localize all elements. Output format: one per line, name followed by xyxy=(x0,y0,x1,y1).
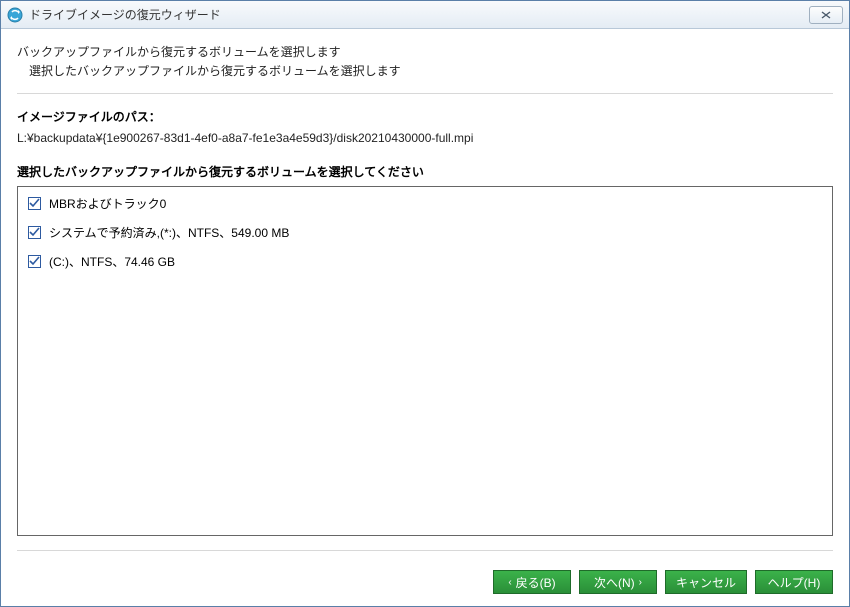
next-button-label: 次へ(N) xyxy=(594,574,635,591)
help-button[interactable]: ヘルプ(H) xyxy=(755,570,833,594)
list-item-label: (C:)、NTFS、74.46 GB xyxy=(49,253,175,270)
checkbox[interactable] xyxy=(28,255,41,268)
image-path-value: L:¥backupdata¥{1e900267-83d1-4ef0-a8a7-f… xyxy=(17,131,833,145)
cancel-button[interactable]: キャンセル xyxy=(665,570,747,594)
list-item[interactable]: (C:)、NTFS、74.46 GB xyxy=(28,253,822,270)
volume-list: MBRおよびトラック0 システムで予約済み,(*:)、NTFS、549.00 M… xyxy=(17,186,833,536)
divider xyxy=(17,93,833,94)
list-item[interactable]: システムで予約済み,(*:)、NTFS、549.00 MB xyxy=(28,224,822,241)
content-area: バックアップファイルから復元するボリュームを選択します 選択したバックアップファ… xyxy=(1,29,849,560)
checkbox[interactable] xyxy=(28,226,41,239)
image-path-label: イメージファイルのパス： xyxy=(17,108,833,125)
help-button-label: ヘルプ(H) xyxy=(768,574,821,591)
list-item-label: システムで予約済み,(*:)、NTFS、549.00 MB xyxy=(49,224,289,241)
wizard-header-title: バックアップファイルから復元するボリュームを選択します xyxy=(17,43,833,60)
wizard-header-subtitle: 選択したバックアップファイルから復元するボリュームを選択します xyxy=(17,62,833,79)
footer-divider xyxy=(17,550,833,551)
back-button[interactable]: ‹ 戻る(B) xyxy=(493,570,571,594)
cancel-button-label: キャンセル xyxy=(676,574,736,591)
chevron-left-icon: ‹ xyxy=(508,577,511,588)
checkbox[interactable] xyxy=(28,197,41,210)
back-button-label: 戻る(B) xyxy=(516,574,556,591)
titlebar: ドライブイメージの復元ウィザード xyxy=(1,1,849,29)
list-item[interactable]: MBRおよびトラック0 xyxy=(28,195,822,212)
button-row: ‹ 戻る(B) 次へ(N) › キャンセル ヘルプ(H) xyxy=(1,560,849,606)
list-item-label: MBRおよびトラック0 xyxy=(49,195,166,212)
close-icon xyxy=(819,10,833,20)
close-button[interactable] xyxy=(809,6,843,24)
volume-select-label: 選択したバックアップファイルから復元するボリュームを選択してください xyxy=(17,163,833,180)
wizard-window: ドライブイメージの復元ウィザード バックアップファイルから復元するボリュームを選… xyxy=(0,0,850,607)
chevron-right-icon: › xyxy=(639,577,642,588)
next-button[interactable]: 次へ(N) › xyxy=(579,570,657,594)
app-icon xyxy=(7,7,23,23)
wizard-header: バックアップファイルから復元するボリュームを選択します 選択したバックアップファ… xyxy=(17,39,833,89)
window-title: ドライブイメージの復元ウィザード xyxy=(29,6,809,23)
